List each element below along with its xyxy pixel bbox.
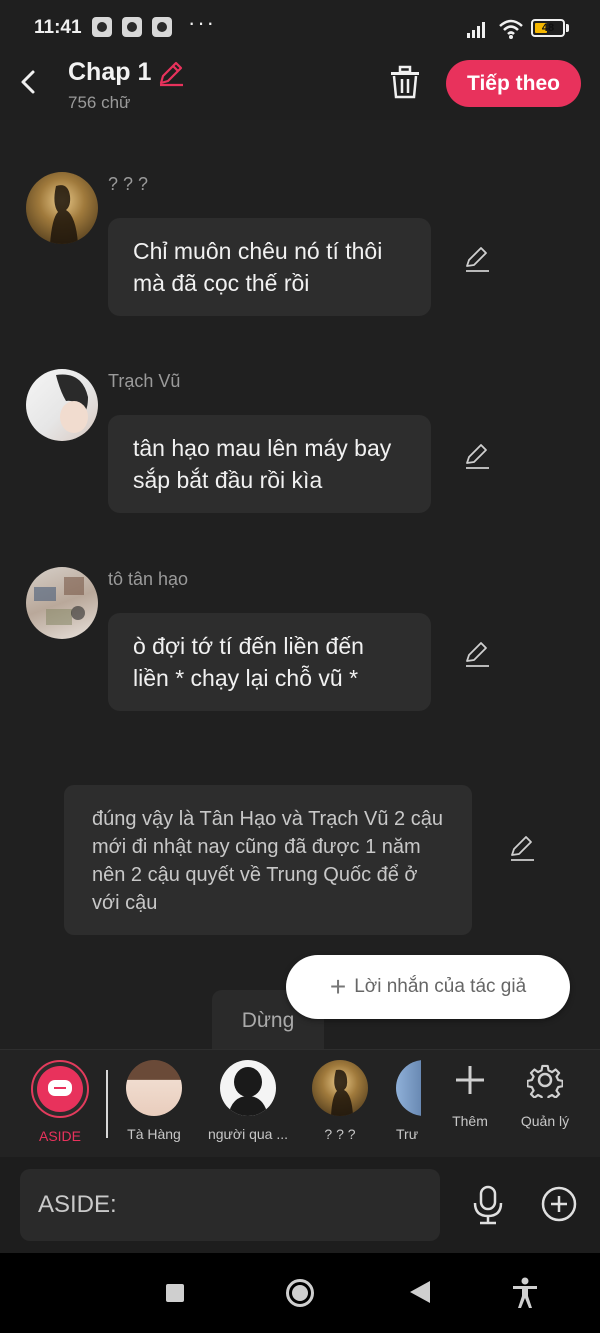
character-bar: ASIDE Tà Hàng người qua ... ? ? ? Trư Th…	[0, 1049, 600, 1157]
chevron-left-icon	[21, 70, 35, 94]
aside-avatar	[31, 1060, 89, 1118]
edit-icon[interactable]	[507, 833, 537, 863]
character-name: ? ? ?	[324, 1126, 356, 1142]
home-icon[interactable]	[286, 1279, 314, 1307]
divider	[106, 1070, 108, 1138]
recents-icon[interactable]	[166, 1284, 184, 1302]
message-input[interactable]: ASIDE:	[20, 1169, 440, 1241]
edit-title-icon[interactable]	[156, 58, 186, 88]
edit-icon[interactable]	[462, 244, 492, 274]
author-note-label: Lời nhắn của tác giả	[354, 976, 527, 997]
character-aside[interactable]: ASIDE	[24, 1060, 96, 1150]
trash-icon[interactable]	[388, 64, 422, 100]
message-bubble[interactable]: Chỉ muôn chêu nó tí thôi mà đã cọc thế r…	[108, 218, 431, 316]
signal-icon	[467, 22, 485, 38]
edit-icon[interactable]	[462, 639, 492, 669]
next-button[interactable]: Tiếp theo	[446, 60, 581, 107]
avatar[interactable]	[26, 172, 98, 244]
battery-tip	[566, 24, 569, 32]
battery-icon: 48	[531, 19, 565, 37]
silhouette-icon	[50, 185, 78, 244]
avatar	[312, 1060, 368, 1116]
character-name: Trư	[396, 1126, 419, 1142]
wifi-icon	[499, 19, 523, 39]
character-unknown[interactable]: ? ? ?	[308, 1060, 372, 1150]
add-label: Thêm	[452, 1113, 488, 1129]
status-bar: 11:41 ··· 48	[0, 0, 600, 56]
manage-label: Quản lý	[520, 1113, 570, 1129]
edit-icon[interactable]	[462, 441, 492, 471]
manage-button[interactable]: Quản lý	[509, 1062, 581, 1129]
character-name: người qua ...	[207, 1126, 289, 1142]
sender-name: tô tân hạo	[108, 569, 189, 589]
more-notifications-icon: ···	[188, 10, 216, 35]
status-time: 11:41	[34, 17, 82, 38]
person-icon	[56, 374, 88, 433]
battery-percent: 48	[541, 22, 555, 34]
gear-icon	[526, 1064, 564, 1103]
silhouette-icon	[331, 1069, 353, 1116]
character-nguoi-qua[interactable]: người qua ...	[204, 1060, 292, 1150]
add-character-button[interactable]: Thêm	[434, 1062, 506, 1129]
word-count: 756 chữ	[68, 93, 131, 112]
system-nav-bar	[0, 1253, 600, 1333]
back-button[interactable]	[12, 64, 44, 100]
message-bubble[interactable]: tân hạo mau lên máy bay sắp bắt đầu rồi …	[108, 415, 431, 513]
avatar	[220, 1060, 276, 1116]
chat-bubble-icon	[48, 1080, 72, 1096]
photo-collage-icon	[34, 577, 85, 625]
notification-app-icon	[92, 17, 112, 37]
chapter-header: Chap 1 756 chữ Tiếp theo	[0, 56, 600, 120]
avatar	[126, 1060, 182, 1116]
notification-app-icon	[152, 17, 172, 37]
avatar[interactable]	[26, 369, 98, 441]
sender-name: ? ? ?	[108, 174, 149, 194]
add-circle-icon[interactable]	[540, 1185, 578, 1223]
character-ta-hang[interactable]: Tà Hàng	[120, 1060, 188, 1150]
avatar	[396, 1060, 421, 1116]
plus-icon: +	[329, 971, 347, 1002]
sender-name: Trạch Vũ	[108, 371, 181, 391]
silhouette-icon	[228, 1067, 268, 1116]
back-triangle-icon[interactable]	[410, 1281, 430, 1303]
chapter-title: Chap 1	[68, 58, 152, 86]
notification-app-icon	[122, 17, 142, 37]
input-row: ASIDE:	[0, 1157, 600, 1253]
plus-icon	[456, 1066, 484, 1094]
accessibility-icon[interactable]	[510, 1277, 540, 1309]
character-tru[interactable]: Trư	[396, 1060, 421, 1150]
author-note-button[interactable]: + Lời nhắn của tác giả	[286, 955, 570, 1019]
narration-bubble[interactable]: đúng vậy là Tân Hạo và Trạch Vũ 2 cậu mớ…	[64, 785, 472, 935]
avatar[interactable]	[26, 567, 98, 639]
message-bubble[interactable]: ò đợi tớ tí đến liền đến liền * chạy lại…	[108, 613, 431, 711]
microphone-icon[interactable]	[470, 1185, 506, 1225]
character-name: Tà Hàng	[127, 1126, 181, 1142]
character-name: ASIDE	[38, 1128, 81, 1144]
